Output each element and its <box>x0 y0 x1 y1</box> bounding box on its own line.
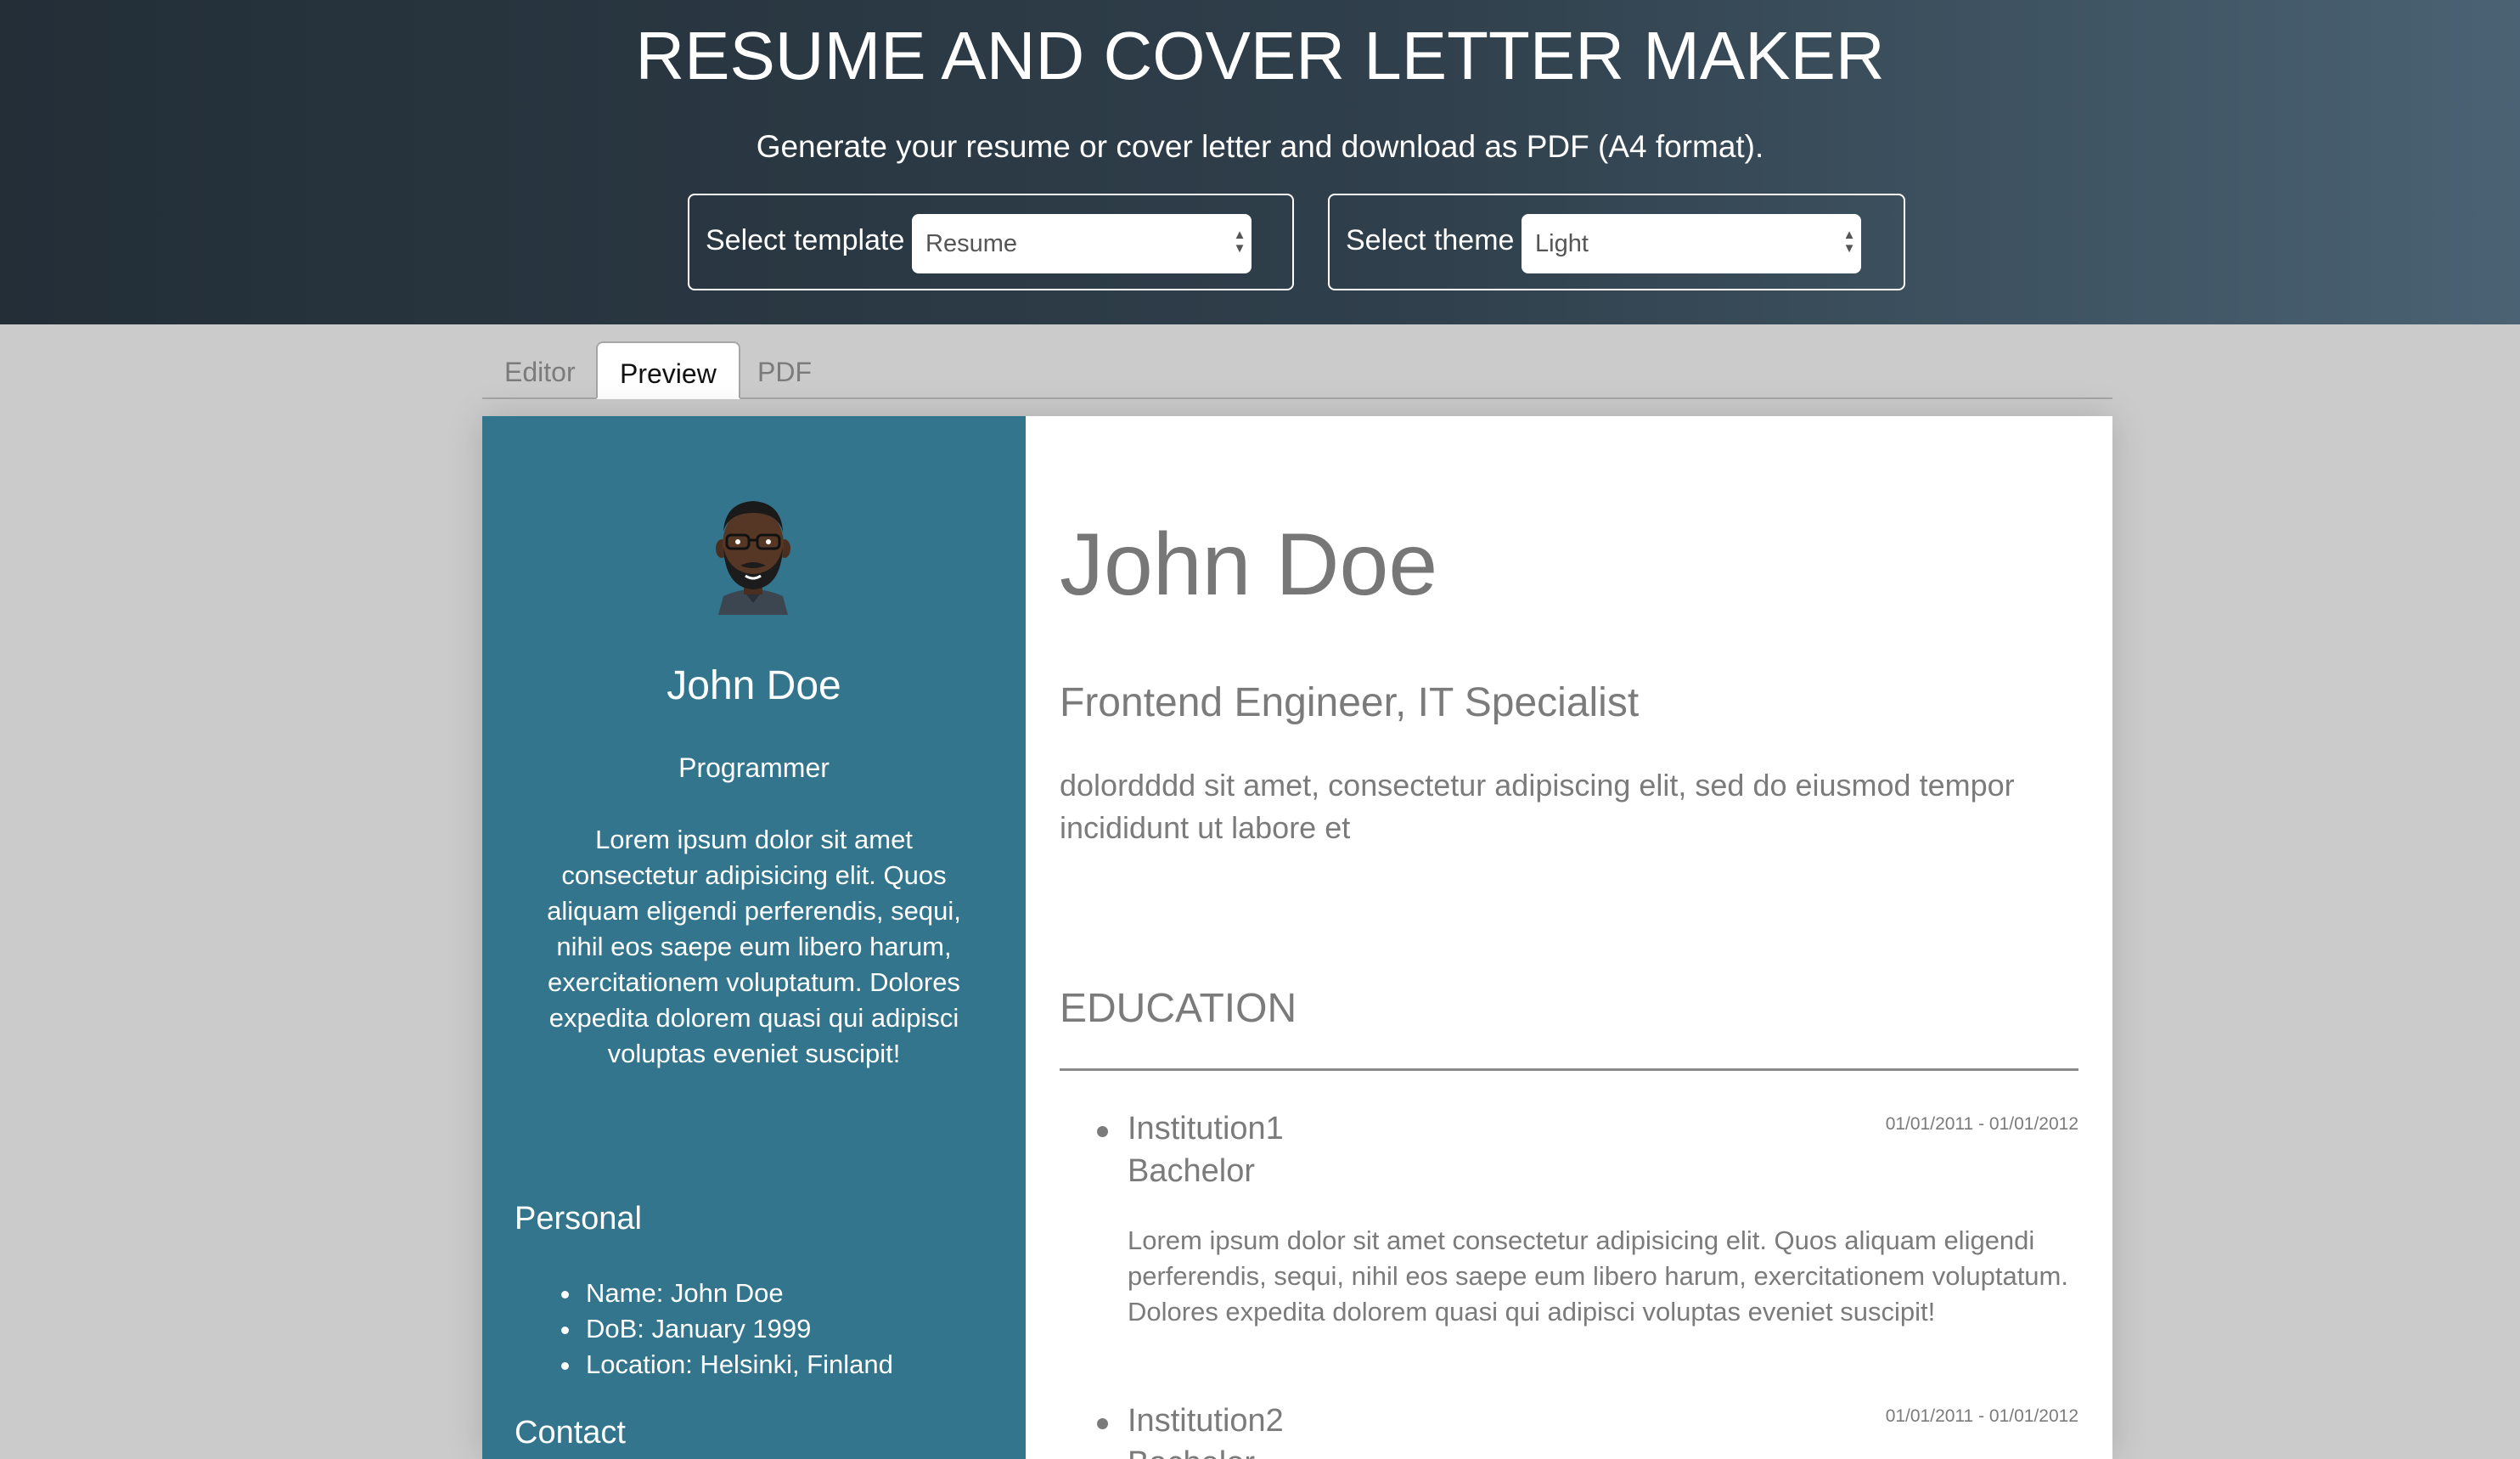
main-name: John Doe <box>1060 515 1438 614</box>
template-select-value: Resume <box>925 230 1017 257</box>
personal-list: Name: John Doe DoB: January 1999 Locatio… <box>582 1276 893 1383</box>
app-title: RESUME AND COVER LETTER MAKER <box>635 18 1885 93</box>
tab-pdf[interactable]: PDF <box>735 341 834 399</box>
resume-main: John Doe Frontend Engineer, IT Specialis… <box>1026 416 2112 1459</box>
education-title: EDUCATION <box>1060 986 1297 1031</box>
main-summary: dolordddd sit amet, consectetur adipisci… <box>1060 768 2015 845</box>
education-divider <box>1060 1068 2078 1071</box>
select-arrows-icon: ▲ ▼ <box>1233 228 1246 256</box>
avatar <box>716 501 790 615</box>
template-select-group: Select template Resume ▲ ▼ <box>688 194 1294 290</box>
sidebar-role: Programmer <box>678 752 830 783</box>
theme-select[interactable]: Light ▲ ▼ <box>1522 214 1861 273</box>
bullet-icon <box>1097 1126 1108 1137</box>
bullet-icon <box>1097 1418 1108 1429</box>
education-institution: Institution1 <box>1128 1111 1284 1146</box>
education-institution: Institution2 <box>1128 1403 1284 1439</box>
sidebar-name: John Doe <box>667 663 841 708</box>
tab-editor[interactable]: Editor <box>482 341 598 399</box>
education-dates: 01/01/2011 - 01/01/2012 <box>1885 1114 2078 1134</box>
theme-select-value: Light <box>1535 230 1589 257</box>
resume-sidebar: John Doe Programmer Lorem ipsum dolor si… <box>482 416 1026 1459</box>
theme-select-label: Select theme <box>1346 224 1515 256</box>
education-description: Lorem ipsum dolor sit amet consectetur a… <box>1128 1225 2068 1327</box>
view-tabs: Editor Preview PDF <box>482 341 2112 399</box>
theme-select-group: Select theme Light ▲ ▼ <box>1328 194 1905 290</box>
app-subtitle: Generate your resume or cover letter and… <box>756 129 1764 164</box>
template-select-label: Select template <box>706 224 905 256</box>
app-header: RESUME AND COVER LETTER MAKER Generate y… <box>0 0 2520 324</box>
education-degree: Bachelor <box>1128 1153 1255 1189</box>
resume-preview: John Doe Programmer Lorem ipsum dolor si… <box>482 416 2112 1459</box>
list-item: Name: John Doe <box>582 1276 893 1311</box>
template-select[interactable]: Resume ▲ ▼ <box>912 214 1252 273</box>
main-headline: Frontend Engineer, IT Specialist <box>1060 680 1640 725</box>
sidebar-bio: Lorem ipsum dolor sit amet consectetur a… <box>547 825 961 1068</box>
education-degree: Bachelor <box>1128 1445 1255 1459</box>
select-arrows-icon: ▲ ▼ <box>1842 228 1856 256</box>
tab-preview[interactable]: Preview <box>596 341 740 399</box>
contact-section-title: Contact <box>515 1415 626 1451</box>
personal-section-title: Personal <box>515 1201 642 1236</box>
list-item: Location: Helsinki, Finland <box>582 1347 893 1383</box>
list-item: DoB: January 1999 <box>582 1311 893 1347</box>
education-dates: 01/01/2011 - 01/01/2012 <box>1885 1406 2078 1426</box>
